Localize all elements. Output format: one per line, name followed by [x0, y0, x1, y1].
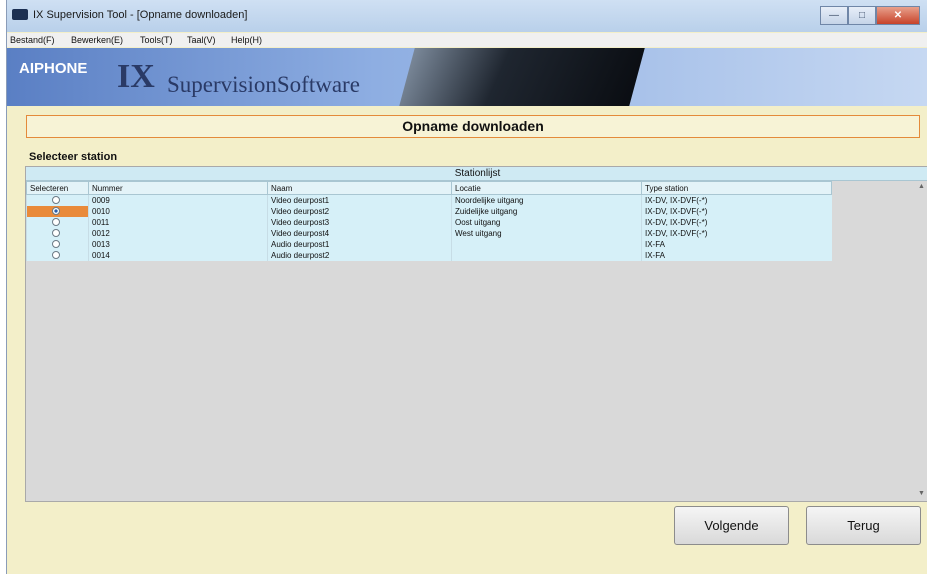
cell-nummer: 0010 — [88, 206, 268, 217]
vertical-scrollbar[interactable]: ▲ ▼ — [915, 181, 927, 499]
select-radio[interactable] — [52, 228, 60, 237]
select-cell[interactable] — [26, 239, 89, 250]
station-table: Selecteren Nummer Naam Locatie Type stat… — [26, 181, 832, 261]
select-radio[interactable] — [52, 250, 60, 259]
cell-locatie: Noordelijke uitgang — [451, 194, 642, 206]
menu-bar: Bestand(F) Bewerken(E) Tools(T) Taal(V) … — [7, 33, 927, 47]
page-title: Opname downloaden — [26, 115, 920, 138]
cell-naam: Video deurpost3 — [267, 217, 452, 228]
cell-locatie: Zuidelijke uitgang — [451, 206, 642, 217]
main-content: Opname downloaden Selecteer station Stat… — [7, 106, 927, 574]
window-title: IX Supervision Tool - [Opname downloaden… — [33, 9, 248, 21]
menu-tools[interactable]: Tools(T) — [140, 35, 173, 45]
title-bar[interactable]: IX Supervision Tool - [Opname downloaden… — [7, 0, 927, 32]
cell-nummer: 0012 — [88, 228, 268, 239]
table-row[interactable]: 0013 Audio deurpost1 IX-FA — [26, 239, 832, 250]
scroll-up-icon[interactable]: ▲ — [918, 183, 925, 190]
back-button[interactable]: Terug — [806, 506, 921, 545]
cell-type: IX-DV, IX-DVF(-*) — [641, 217, 832, 228]
cell-nummer: 0009 — [88, 194, 268, 206]
select-cell[interactable] — [26, 194, 89, 206]
select-cell[interactable] — [26, 217, 89, 228]
cell-type: IX-DV, IX-DVF(-*) — [641, 228, 832, 239]
column-header-location[interactable]: Locatie — [451, 181, 642, 195]
cell-nummer: 0013 — [88, 239, 268, 250]
next-button[interactable]: Volgende — [674, 506, 789, 545]
table-row[interactable]: 0014 Audio deurpost2 IX-FA — [26, 250, 832, 261]
cell-locatie — [451, 250, 642, 261]
menu-file[interactable]: Bestand(F) — [10, 35, 55, 45]
cell-locatie: West uitgang — [451, 228, 642, 239]
banner-ix: IX — [117, 58, 155, 95]
app-icon — [12, 9, 28, 20]
table-header-row: Selecteren Nummer Naam Locatie Type stat… — [26, 181, 832, 195]
select-cell[interactable] — [26, 206, 89, 217]
banner-device-image — [399, 48, 645, 106]
menu-edit[interactable]: Bewerken(E) — [71, 35, 123, 45]
close-button[interactable]: ✕ — [876, 6, 920, 25]
cell-locatie: Oost uitgang — [451, 217, 642, 228]
select-cell[interactable] — [26, 228, 89, 239]
cell-naam: Video deurpost1 — [267, 194, 452, 206]
cell-nummer: 0014 — [88, 250, 268, 261]
column-header-name[interactable]: Naam — [267, 181, 452, 195]
select-radio[interactable] — [52, 217, 60, 226]
menu-help[interactable]: Help(H) — [231, 35, 262, 45]
maximize-button[interactable]: □ — [848, 6, 876, 25]
cell-locatie — [451, 239, 642, 250]
window-controls: — □ ✕ — [820, 6, 920, 25]
cell-naam: Video deurpost4 — [267, 228, 452, 239]
column-header-number[interactable]: Nummer — [88, 181, 268, 195]
station-list-caption: Stationlijst — [26, 167, 927, 181]
column-header-type[interactable]: Type station — [641, 181, 832, 195]
table-row[interactable]: 0009 Video deurpost1 Noordelijke uitgang IX… — [26, 194, 832, 206]
table-row[interactable]: 0012 Video deurpost4 West uitgang IX-DV, IX… — [26, 228, 832, 239]
minimize-button[interactable]: — — [820, 6, 848, 25]
section-label: Selecteer station — [29, 151, 118, 163]
cell-type: IX-DV, IX-DVF(-*) — [641, 194, 832, 206]
table-row[interactable]: 0011 Video deurpost3 Oost uitgang IX-DV, IX… — [26, 217, 832, 228]
cell-type: IX-DV, IX-DVF(-*) — [641, 206, 832, 217]
table-row[interactable]: 0010 Video deurpost2 Zuidelijke uitgang IX-… — [26, 206, 832, 217]
cell-type: IX-FA — [641, 239, 832, 250]
cell-naam: Video deurpost2 — [267, 206, 452, 217]
cell-naam: Audio deurpost2 — [267, 250, 452, 261]
banner-software: SupervisionSoftware — [167, 72, 360, 97]
app-window: IX Supervision Tool - [Opname downloaden… — [6, 0, 927, 574]
select-radio[interactable] — [52, 239, 60, 248]
select-radio[interactable] — [52, 206, 60, 215]
header-banner: AIPHONE IX SupervisionSoftware — [7, 48, 927, 106]
select-radio[interactable] — [52, 195, 60, 204]
select-cell[interactable] — [26, 250, 89, 261]
scroll-down-icon[interactable]: ▼ — [918, 490, 925, 497]
station-list-panel: Stationlijst Selecteren Nummer Naam Loca… — [25, 166, 927, 502]
station-table-body: 0009 Video deurpost1 Noordelijke uitgang IX… — [26, 194, 832, 261]
aiphone-logo: AIPHONE — [19, 60, 88, 77]
cell-type: IX-FA — [641, 250, 832, 261]
cell-naam: Audio deurpost1 — [267, 239, 452, 250]
menu-language[interactable]: Taal(V) — [187, 35, 216, 45]
column-header-select[interactable]: Selecteren — [26, 181, 89, 195]
cell-nummer: 0011 — [88, 217, 268, 228]
